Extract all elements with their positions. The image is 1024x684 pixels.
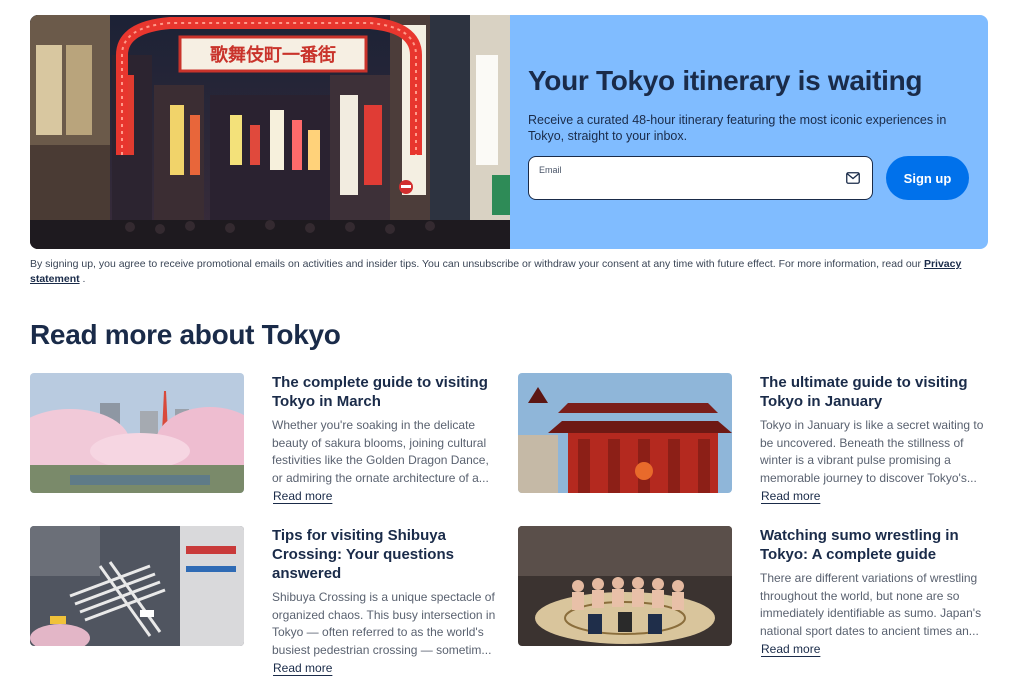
shibuya-crossing-photo[interactable]	[30, 526, 244, 646]
article-title[interactable]: Tips for visiting Shibuya Crossing: Your…	[272, 526, 502, 583]
newsletter-panel: Your Tokyo itinerary is waiting Receive …	[510, 15, 988, 249]
article-card[interactable]: Watching sumo wrestling in Tokyo: A comp…	[518, 526, 988, 666]
read-more-link[interactable]: Read more	[273, 661, 332, 675]
consent-disclaimer: By signing up, you agree to receive prom…	[30, 257, 990, 287]
article-description: Shibuya Crossing is a unique spectacle o…	[272, 590, 496, 657]
newsletter-subtitle: Receive a curated 48-hour itinerary feat…	[528, 113, 947, 143]
article-card[interactable]: The ultimate guide to visiting Tokyo in …	[518, 373, 988, 513]
read-more-link[interactable]: Read more	[273, 489, 332, 503]
article-description: Tokyo in January is like a secret waitin…	[760, 418, 984, 485]
article-card[interactable]: The complete guide to visiting Tokyo in …	[30, 373, 500, 513]
email-field[interactable]: Email	[528, 156, 873, 200]
arch-sign-text: 歌舞伎町一番街	[210, 44, 336, 66]
consent-suffix: .	[79, 273, 86, 285]
sensoji-temple-photo[interactable]	[518, 373, 732, 493]
sumo-wrestling-photo[interactable]	[518, 526, 732, 646]
section-title: Read more about Tokyo	[30, 319, 341, 350]
kabukicho-photo: 歌舞伎町一番街	[30, 15, 510, 249]
read-more-link[interactable]: Read more	[761, 642, 820, 656]
sakura-photo[interactable]	[30, 373, 244, 493]
article-card[interactable]: Tips for visiting Shibuya Crossing: Your…	[30, 526, 502, 675]
email-label: Email	[539, 165, 562, 175]
article-title[interactable]: The complete guide to visiting Tokyo in …	[272, 373, 502, 411]
article-description: There are different variations of wrestl…	[760, 571, 982, 638]
read-more-link[interactable]: Read more	[761, 489, 820, 503]
email-input[interactable]	[538, 179, 838, 195]
consent-text: By signing up, you agree to receive prom…	[30, 258, 924, 270]
article-title[interactable]: The ultimate guide to visiting Tokyo in …	[760, 373, 990, 411]
newsletter-hero: 歌舞伎町一番街 Your Tokyo itinerary is waiting …	[30, 15, 988, 249]
article-title[interactable]: Watching sumo wrestling in Tokyo: A comp…	[760, 526, 990, 564]
newsletter-title: Your Tokyo itinerary is waiting	[528, 65, 923, 96]
article-description: Whether you're soaking in the delicate b…	[272, 418, 489, 485]
sign-up-button[interactable]: Sign up	[886, 156, 969, 200]
mail-icon	[846, 172, 860, 184]
